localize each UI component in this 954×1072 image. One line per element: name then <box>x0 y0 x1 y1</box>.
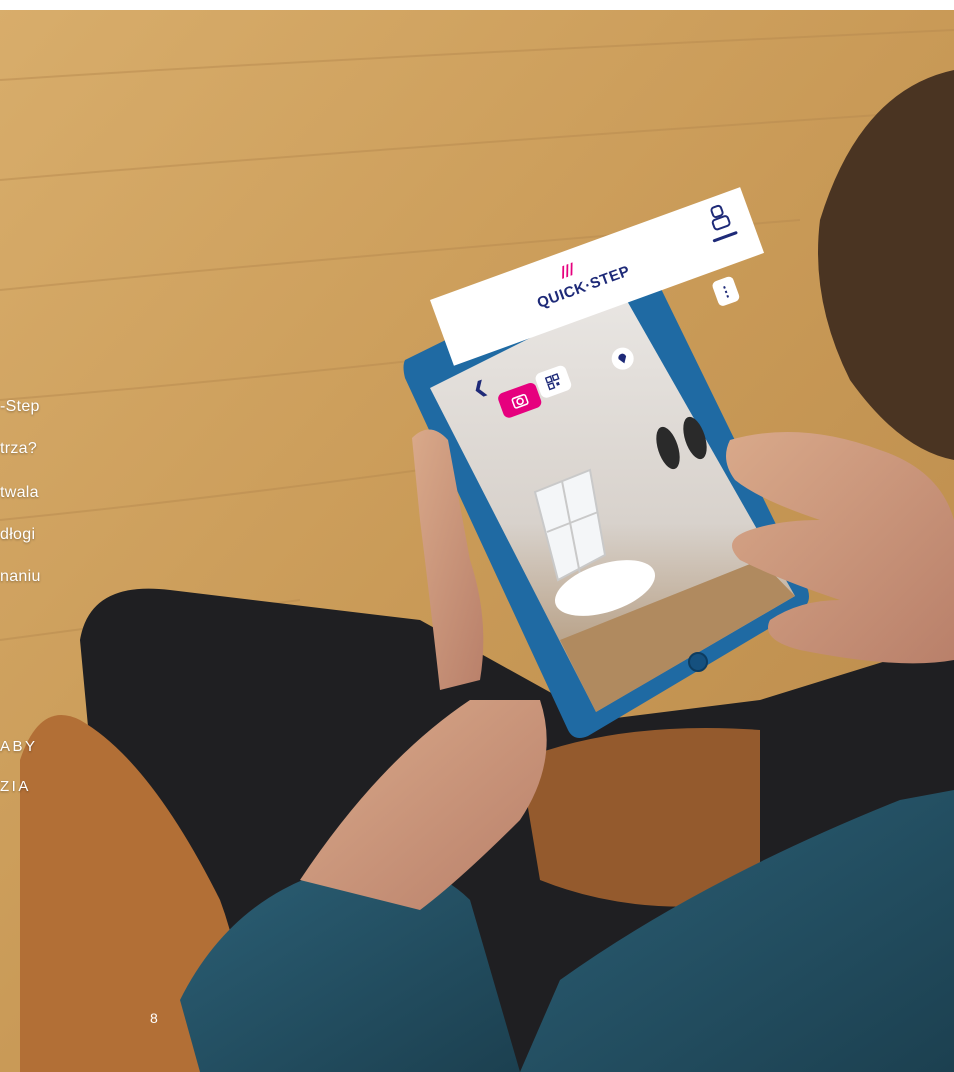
overlay-text-line2: trza? <box>0 440 38 457</box>
page-number: 8 <box>150 1010 158 1026</box>
qr-button[interactable] <box>533 364 573 400</box>
camera-icon <box>511 393 529 409</box>
brand-logo: QUICK·STEP <box>534 262 633 312</box>
brand-mark: /// <box>558 261 577 283</box>
overlay-caps-line2: ZIA <box>0 778 31 795</box>
camera-button[interactable] <box>496 381 543 420</box>
overlay-text-line4: dłogi <box>0 526 36 543</box>
overlay-text-line3: twala <box>0 484 39 501</box>
qr-code-icon <box>544 373 560 391</box>
profile-underline <box>712 230 738 243</box>
chevron-left-icon[interactable]: ❮ <box>470 377 489 400</box>
overlay-text-line5: naniu <box>0 568 41 585</box>
overlay-text-line1: -Step <box>0 398 40 415</box>
location-pin-button[interactable] <box>608 344 637 373</box>
more-vertical-icon[interactable]: ⋮ <box>711 275 741 308</box>
overlay-caps-line1: ABY <box>0 738 38 755</box>
location-pin-icon <box>618 353 627 364</box>
profile-icon[interactable] <box>705 201 733 232</box>
